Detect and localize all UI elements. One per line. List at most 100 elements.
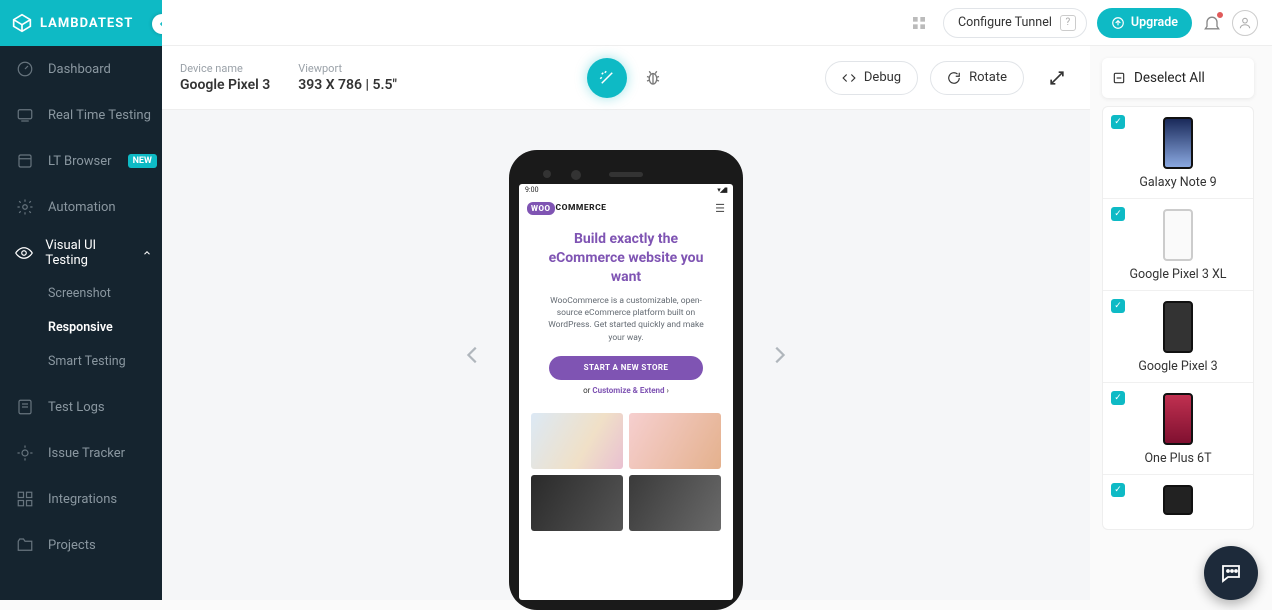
projects-icon (14, 534, 36, 556)
next-device-button[interactable] (768, 344, 790, 366)
viewport-value: 393 X 786 | 5.5" (298, 77, 397, 93)
hero-sublink[interactable]: or Customize & Extend › (533, 386, 719, 395)
phone-camera-icon (571, 170, 581, 180)
sidebar-item-testlogs[interactable]: Test Logs (0, 384, 162, 430)
status-time: 9:00 (525, 186, 539, 194)
checkbox-checked-icon[interactable]: ✓ (1111, 115, 1125, 129)
device-panel: Deselect All ✓ Galaxy Note 9 ✓ Google Pi… (1102, 58, 1254, 600)
deselect-all-button[interactable]: Deselect All (1102, 58, 1254, 98)
main-header: Device name Google Pixel 3 Viewport 393 … (162, 46, 1090, 110)
sidebar-item-ltbrowser[interactable]: LT Browser NEW (0, 138, 162, 184)
topbar: Configure Tunnel ? Upgrade (162, 0, 1272, 46)
brand-text: LAMBDATEST (40, 16, 133, 31)
hero-title: Build exactly the eCommerce website you … (533, 230, 719, 287)
device-screen[interactable]: 9:00 ▾◢▮ WOO COMMERCE ☰ Build exactly th… (519, 184, 733, 600)
rotate-button[interactable]: Rotate (930, 61, 1024, 95)
sidebar-item-label: Real Time Testing (48, 108, 151, 123)
sidebar-item-label: Dashboard (48, 62, 111, 77)
viewport-block: Viewport 393 X 786 | 5.5" (298, 62, 397, 93)
visualui-icon (14, 242, 33, 264)
upgrade-button[interactable]: Upgrade (1097, 8, 1192, 38)
device-thumbnail (1163, 393, 1193, 445)
device-thumbnail (1163, 301, 1193, 353)
sidebar-item-label: Test Logs (48, 400, 105, 415)
chat-fab[interactable] (1204, 546, 1258, 600)
checkbox-checked-icon[interactable]: ✓ (1111, 391, 1125, 405)
device-option-galaxynote9[interactable]: ✓ Galaxy Note 9 (1103, 107, 1253, 199)
status-bar: 9:00 ▾◢▮ (519, 184, 733, 196)
gallery-thumb (629, 475, 721, 531)
sidebar: LAMBDATEST Dashboard Real Time Testing L… (0, 0, 162, 600)
sidebar-sub-screenshot[interactable]: Screenshot (0, 276, 162, 310)
realtime-icon (14, 104, 36, 126)
sidebar-item-issuetracker[interactable]: Issue Tracker (0, 430, 162, 476)
site-header: WOO COMMERCE ☰ (519, 196, 733, 220)
chevron-up-icon (142, 248, 152, 258)
checkbox-checked-icon[interactable]: ✓ (1111, 207, 1125, 221)
apps-grid-icon[interactable] (911, 15, 927, 31)
menu-icon[interactable]: ☰ (715, 202, 725, 215)
gallery-thumb (531, 413, 623, 469)
device-thumbnail (1163, 117, 1193, 169)
status-icons: ▾◢▮ (717, 186, 727, 194)
center-actions (511, 47, 741, 109)
logo-text: COMMERCE (556, 203, 607, 213)
device-label: Google Pixel 3 XL (1129, 267, 1226, 282)
sidebar-item-label: Integrations (48, 492, 117, 507)
device-name-label: Device name (180, 62, 270, 75)
configure-tunnel-button[interactable]: Configure Tunnel ? (943, 8, 1087, 38)
tunnel-label: Configure Tunnel (958, 15, 1052, 30)
sidebar-item-label: Automation (48, 200, 116, 215)
device-label: Google Pixel 3 (1138, 359, 1217, 374)
bug-button[interactable] (641, 66, 665, 90)
dashboard-icon (14, 58, 36, 80)
gallery-thumb (531, 475, 623, 531)
device-option-more[interactable]: ✓ (1103, 475, 1253, 529)
checkbox-checked-icon[interactable]: ✓ (1111, 299, 1125, 313)
device-option-pixel3xl[interactable]: ✓ Google Pixel 3 XL (1103, 199, 1253, 291)
gallery-thumb (629, 413, 721, 469)
phone-speaker-icon (609, 172, 643, 177)
rotate-label: Rotate (969, 70, 1007, 85)
notifications-icon[interactable] (1202, 13, 1222, 33)
debug-label: Debug (864, 70, 901, 85)
prev-device-button[interactable] (462, 344, 484, 366)
start-store-button[interactable]: START A NEW STORE (549, 356, 703, 380)
sidebar-item-label: Visual UI Testing (45, 238, 130, 268)
testlogs-icon (14, 396, 36, 418)
logo-bubble: WOO (527, 202, 555, 215)
checkbox-checked-icon[interactable]: ✓ (1111, 483, 1125, 497)
sidebar-item-integrations[interactable]: Integrations (0, 476, 162, 522)
user-avatar[interactable] (1232, 10, 1258, 36)
viewport-label: Viewport (298, 62, 397, 75)
integrations-icon (14, 488, 36, 510)
expand-icon[interactable] (1042, 63, 1072, 93)
capture-button[interactable] (587, 58, 627, 98)
ltbrowser-icon (14, 150, 36, 172)
new-badge: NEW (128, 154, 157, 168)
sidebar-item-label: Projects (48, 538, 96, 553)
sidebar-sub-smarttesting[interactable]: Smart Testing (0, 344, 162, 378)
device-option-pixel3[interactable]: ✓ Google Pixel 3 (1103, 291, 1253, 383)
device-label: One Plus 6T (1144, 451, 1211, 466)
sidebar-item-visualui[interactable]: Visual UI Testing (0, 230, 162, 276)
sidebar-item-dashboard[interactable]: Dashboard (0, 46, 162, 92)
hero-section: Build exactly the eCommerce website you … (519, 220, 733, 401)
sidebar-item-label: Issue Tracker (48, 446, 125, 461)
help-icon[interactable]: ? (1060, 15, 1076, 31)
sidebar-item-realtime[interactable]: Real Time Testing (0, 92, 162, 138)
sidebar-item-projects[interactable]: Projects (0, 522, 162, 568)
device-name-block: Device name Google Pixel 3 (180, 62, 270, 93)
brand-logo-icon (12, 13, 32, 33)
brand-bar[interactable]: LAMBDATEST (0, 0, 162, 46)
device-option-oneplus6t[interactable]: ✓ One Plus 6T (1103, 383, 1253, 475)
sidebar-item-automation[interactable]: Automation (0, 184, 162, 230)
notification-dot (1216, 11, 1224, 19)
deselect-all-label: Deselect All (1134, 70, 1205, 86)
gallery (519, 401, 733, 531)
sidebar-sub-responsive[interactable]: Responsive (0, 310, 162, 344)
debug-button[interactable]: Debug (825, 61, 918, 95)
device-frame: 9:00 ▾◢▮ WOO COMMERCE ☰ Build exactly th… (509, 150, 743, 610)
device-list[interactable]: ✓ Galaxy Note 9 ✓ Google Pixel 3 XL ✓ Go… (1102, 106, 1254, 530)
automation-icon (14, 196, 36, 218)
